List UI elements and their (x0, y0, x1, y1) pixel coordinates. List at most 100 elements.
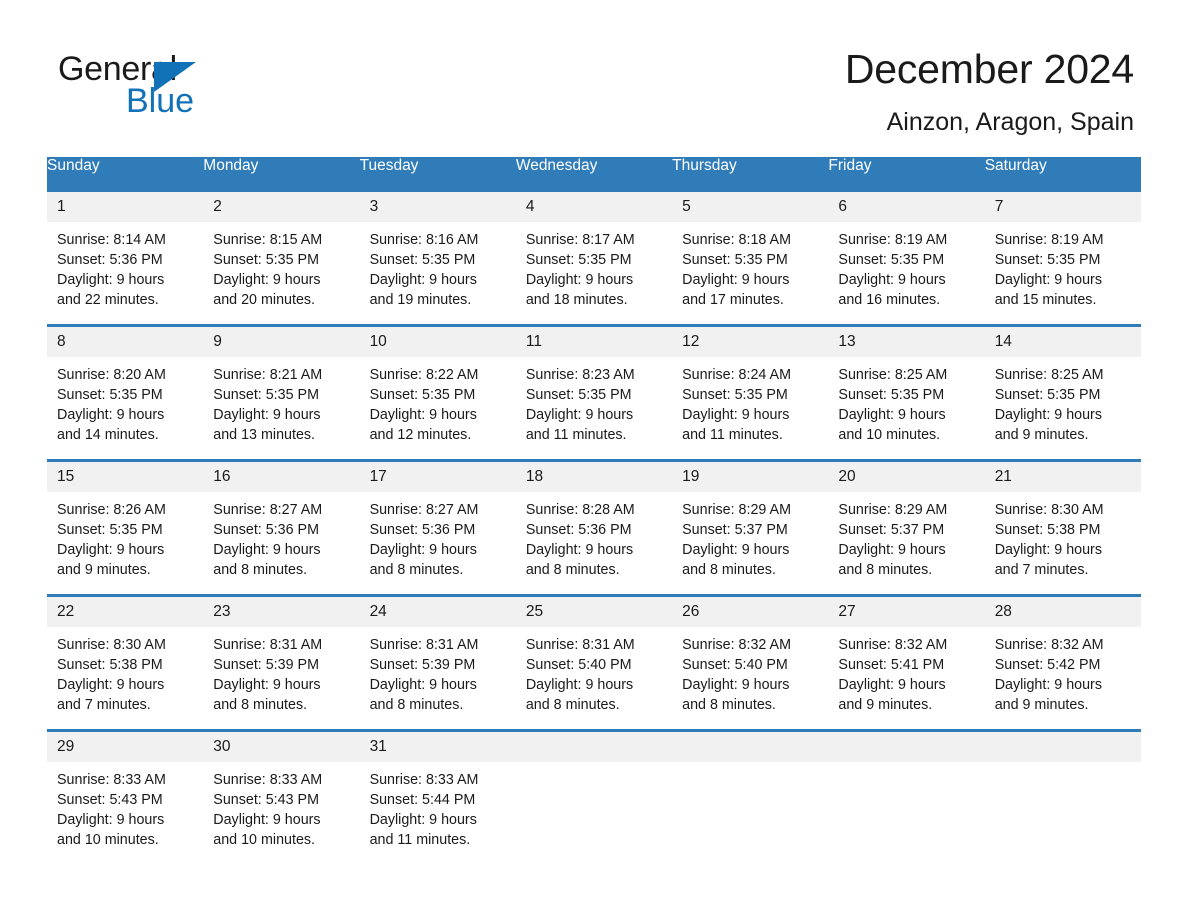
day-info: Sunrise: 8:31 AM Sunset: 5:39 PM Dayligh… (203, 627, 359, 715)
page-subtitle: Ainzon, Aragon, Spain (886, 108, 1134, 136)
day-cell[interactable]: 4 Sunrise: 8:17 AM Sunset: 5:35 PM Dayli… (515, 190, 673, 325)
day-cell[interactable]: 10 Sunrise: 8:22 AM Sunset: 5:35 PM Dayl… (359, 325, 516, 460)
day-info: Sunrise: 8:23 AM Sunset: 5:35 PM Dayligh… (516, 357, 672, 445)
daylight-text-line2: and 8 minutes. (213, 561, 308, 578)
day-cell[interactable]: 21 Sunrise: 8:30 AM Sunset: 5:38 PM Dayl… (984, 460, 1141, 595)
day-cell[interactable]: 2 Sunrise: 8:15 AM Sunset: 5:35 PM Dayli… (203, 190, 360, 325)
sunset-text: Sunset: 5:43 PM (213, 791, 319, 808)
day-cell[interactable]: 29 Sunrise: 8:33 AM Sunset: 5:43 PM Dayl… (47, 730, 204, 864)
sunset-text: Sunset: 5:38 PM (57, 656, 163, 673)
sunset-text: Sunset: 5:38 PM (994, 521, 1101, 538)
logo-text-blue: Blue (126, 82, 195, 120)
day-cell[interactable]: 12 Sunrise: 8:24 AM Sunset: 5:35 PM Dayl… (672, 325, 829, 460)
sunrise-text: Sunrise: 8:24 AM (682, 366, 791, 383)
weekday-header-saturday: Saturday (984, 157, 1141, 190)
daylight-text-line1: Daylight: 9 hours (369, 406, 477, 423)
day-cell[interactable]: 17 Sunrise: 8:27 AM Sunset: 5:36 PM Dayl… (359, 460, 516, 595)
day-info (828, 762, 984, 770)
sunset-text: Sunset: 5:35 PM (682, 386, 788, 403)
day-number: 16 (203, 461, 360, 492)
weekday-header-row: Sunday Monday Tuesday Wednesday Thursday… (47, 157, 1141, 190)
day-number: 5 (672, 191, 829, 222)
day-cell[interactable]: 27 Sunrise: 8:32 AM Sunset: 5:41 PM Dayl… (828, 595, 985, 730)
day-number: 20 (828, 461, 985, 492)
day-info: Sunrise: 8:26 AM Sunset: 5:35 PM Dayligh… (47, 492, 203, 580)
day-info: Sunrise: 8:27 AM Sunset: 5:36 PM Dayligh… (360, 492, 516, 580)
sunset-text: Sunset: 5:43 PM (57, 791, 163, 808)
daylight-text-line2: and 8 minutes. (682, 561, 776, 578)
day-cell[interactable]: 9 Sunrise: 8:21 AM Sunset: 5:35 PM Dayli… (203, 325, 360, 460)
sunset-text: Sunset: 5:35 PM (369, 386, 476, 403)
day-number: 7 (984, 191, 1141, 222)
sunrise-text: Sunrise: 8:33 AM (57, 771, 166, 788)
day-cell[interactable]: 11 Sunrise: 8:23 AM Sunset: 5:35 PM Dayl… (515, 325, 673, 460)
daylight-text-line1: Daylight: 9 hours (838, 676, 946, 693)
daylight-text-line2: and 8 minutes. (525, 561, 620, 578)
day-cell[interactable]: 30 Sunrise: 8:33 AM Sunset: 5:43 PM Dayl… (203, 730, 360, 864)
daylight-text-line2: and 20 minutes. (213, 291, 316, 308)
daylight-text-line2: and 8 minutes. (369, 561, 464, 578)
day-cell-empty (515, 730, 673, 864)
daylight-text-line2: and 11 minutes. (369, 831, 471, 848)
day-cell[interactable]: 23 Sunrise: 8:31 AM Sunset: 5:39 PM Dayl… (203, 595, 360, 730)
day-number: 12 (672, 326, 829, 357)
day-cell[interactable]: 5 Sunrise: 8:18 AM Sunset: 5:35 PM Dayli… (672, 190, 829, 325)
day-cell[interactable]: 18 Sunrise: 8:28 AM Sunset: 5:36 PM Dayl… (515, 460, 673, 595)
sunrise-text: Sunrise: 8:31 AM (369, 636, 479, 653)
day-number: 19 (672, 461, 829, 492)
daylight-text-line1: Daylight: 9 hours (213, 271, 321, 288)
day-cell[interactable]: 14 Sunrise: 8:25 AM Sunset: 5:35 PM Dayl… (984, 325, 1141, 460)
sunset-text: Sunset: 5:35 PM (369, 251, 476, 268)
sunrise-text: Sunrise: 8:14 AM (57, 231, 166, 248)
day-number: 30 (203, 731, 360, 762)
daylight-text-line2: and 16 minutes. (838, 291, 941, 308)
day-cell[interactable]: 8 Sunrise: 8:20 AM Sunset: 5:35 PM Dayli… (47, 325, 204, 460)
day-cell[interactable]: 13 Sunrise: 8:25 AM Sunset: 5:35 PM Dayl… (828, 325, 985, 460)
day-cell[interactable]: 20 Sunrise: 8:29 AM Sunset: 5:37 PM Dayl… (828, 460, 985, 595)
calendar-page: General Blue December 2024 Ainzon, Arago… (0, 0, 1188, 918)
day-cell[interactable]: 26 Sunrise: 8:32 AM Sunset: 5:40 PM Dayl… (672, 595, 829, 730)
calendar-header-row-group: Sunday Monday Tuesday Wednesday Thursday… (47, 157, 1141, 190)
day-info: Sunrise: 8:15 AM Sunset: 5:35 PM Dayligh… (203, 222, 359, 310)
daylight-text-line2: and 9 minutes. (57, 561, 151, 578)
sunrise-text: Sunrise: 8:18 AM (682, 231, 791, 248)
weekday-header-friday: Friday (828, 157, 985, 190)
daylight-text-line2: and 8 minutes. (682, 696, 776, 713)
calendar-table: Sunday Monday Tuesday Wednesday Thursday… (47, 157, 1141, 864)
daylight-text-line1: Daylight: 9 hours (525, 271, 634, 288)
daylight-text-line2: and 9 minutes. (994, 696, 1089, 713)
day-cell[interactable]: 7 Sunrise: 8:19 AM Sunset: 5:35 PM Dayli… (984, 190, 1141, 325)
sunrise-text: Sunrise: 8:22 AM (369, 366, 479, 383)
day-number: 27 (828, 596, 985, 627)
sunrise-text: Sunrise: 8:23 AM (525, 366, 635, 383)
day-info: Sunrise: 8:24 AM Sunset: 5:35 PM Dayligh… (672, 357, 828, 445)
day-cell[interactable]: 1 Sunrise: 8:14 AM Sunset: 5:36 PM Dayli… (47, 190, 204, 325)
day-cell[interactable]: 15 Sunrise: 8:26 AM Sunset: 5:35 PM Dayl… (47, 460, 204, 595)
day-cell[interactable]: 16 Sunrise: 8:27 AM Sunset: 5:36 PM Dayl… (203, 460, 360, 595)
day-number (515, 731, 673, 762)
sunrise-text: Sunrise: 8:21 AM (213, 366, 323, 383)
daylight-text-line1: Daylight: 9 hours (213, 541, 321, 558)
day-info: Sunrise: 8:19 AM Sunset: 5:35 PM Dayligh… (828, 222, 984, 310)
day-cell[interactable]: 31 Sunrise: 8:33 AM Sunset: 5:44 PM Dayl… (359, 730, 516, 864)
day-cell[interactable]: 22 Sunrise: 8:30 AM Sunset: 5:38 PM Dayl… (47, 595, 204, 730)
general-blue-logo[interactable]: General Blue (58, 50, 358, 120)
day-cell[interactable]: 19 Sunrise: 8:29 AM Sunset: 5:37 PM Dayl… (672, 460, 829, 595)
weekday-header-wednesday: Wednesday (515, 157, 673, 190)
day-number: 6 (828, 191, 985, 222)
day-cell[interactable]: 24 Sunrise: 8:31 AM Sunset: 5:39 PM Dayl… (359, 595, 516, 730)
day-cell[interactable]: 28 Sunrise: 8:32 AM Sunset: 5:42 PM Dayl… (984, 595, 1141, 730)
day-cell[interactable]: 3 Sunrise: 8:16 AM Sunset: 5:35 PM Dayli… (359, 190, 516, 325)
sunset-text: Sunset: 5:42 PM (994, 656, 1101, 673)
day-cell[interactable]: 25 Sunrise: 8:31 AM Sunset: 5:40 PM Dayl… (515, 595, 673, 730)
sunset-text: Sunset: 5:35 PM (57, 521, 163, 538)
daylight-text-line2: and 9 minutes. (994, 426, 1089, 443)
sunset-text: Sunset: 5:36 PM (57, 251, 163, 268)
sunset-text: Sunset: 5:35 PM (682, 251, 788, 268)
day-number: 26 (672, 596, 829, 627)
sunrise-text: Sunrise: 8:27 AM (369, 501, 479, 518)
daylight-text-line2: and 14 minutes. (57, 426, 159, 443)
sunset-text: Sunset: 5:39 PM (369, 656, 476, 673)
sunset-text: Sunset: 5:35 PM (994, 251, 1101, 268)
day-cell[interactable]: 6 Sunrise: 8:19 AM Sunset: 5:35 PM Dayli… (828, 190, 985, 325)
